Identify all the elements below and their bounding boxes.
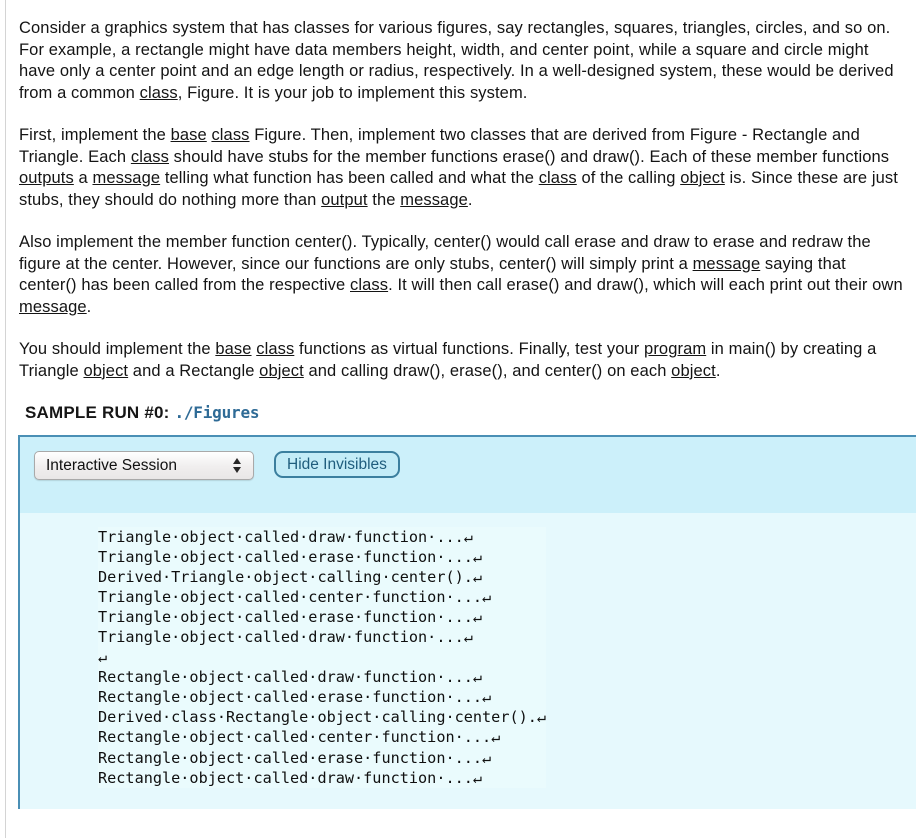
glossary-link[interactable]: message — [19, 298, 87, 316]
glossary-link[interactable]: base — [215, 340, 251, 358]
glossary-link[interactable]: program — [644, 340, 706, 358]
glossary-link[interactable]: class — [256, 340, 294, 358]
terminal-panel: Interactive Session Hide Invisibles Tria… — [18, 435, 916, 809]
glossary-link[interactable]: class — [350, 276, 388, 294]
sample-run-label: SAMPLE RUN #0: — [25, 403, 170, 422]
glossary-link[interactable]: class — [211, 126, 249, 144]
glossary-link[interactable]: output — [321, 191, 367, 209]
terminal-toolbar: Interactive Session Hide Invisibles — [20, 437, 916, 513]
sample-run-heading: SAMPLE RUN #0: ./Figures — [0, 403, 916, 423]
sample-run-command: ./Figures — [174, 403, 260, 422]
hide-invisibles-button[interactable]: Hide Invisibles — [274, 451, 400, 478]
assignment-prose: Consider a graphics system that has clas… — [0, 18, 916, 382]
glossary-link[interactable]: message — [400, 191, 468, 209]
terminal-body: Triangle·object·called·draw·function·...… — [20, 513, 916, 809]
glossary-link[interactable]: message — [92, 169, 160, 187]
chevron-updown-icon — [233, 457, 242, 475]
paragraph-2: First, implement the base class Figure. … — [19, 126, 898, 209]
glossary-link[interactable]: message — [693, 255, 761, 273]
session-mode-select-value: Interactive Session — [46, 456, 177, 474]
glossary-link[interactable]: object — [259, 362, 304, 380]
glossary-link[interactable]: object — [671, 362, 716, 380]
paragraph-4: You should implement the base class func… — [19, 340, 877, 380]
session-mode-select[interactable]: Interactive Session — [34, 451, 254, 480]
paragraph-3: Also implement the member function cente… — [19, 233, 903, 316]
paragraph-1: Consider a graphics system that has clas… — [19, 19, 894, 102]
glossary-link[interactable]: class — [131, 148, 169, 166]
glossary-link[interactable]: object — [680, 169, 725, 187]
terminal-output: Triangle·object·called·draw·function·...… — [98, 527, 547, 788]
glossary-link[interactable]: object — [83, 362, 128, 380]
glossary-link[interactable]: class — [539, 169, 577, 187]
glossary-link[interactable]: class — [140, 84, 178, 102]
assignment-page: Consider a graphics system that has clas… — [0, 0, 916, 809]
glossary-link[interactable]: outputs — [19, 169, 74, 187]
glossary-link[interactable]: base — [171, 126, 207, 144]
